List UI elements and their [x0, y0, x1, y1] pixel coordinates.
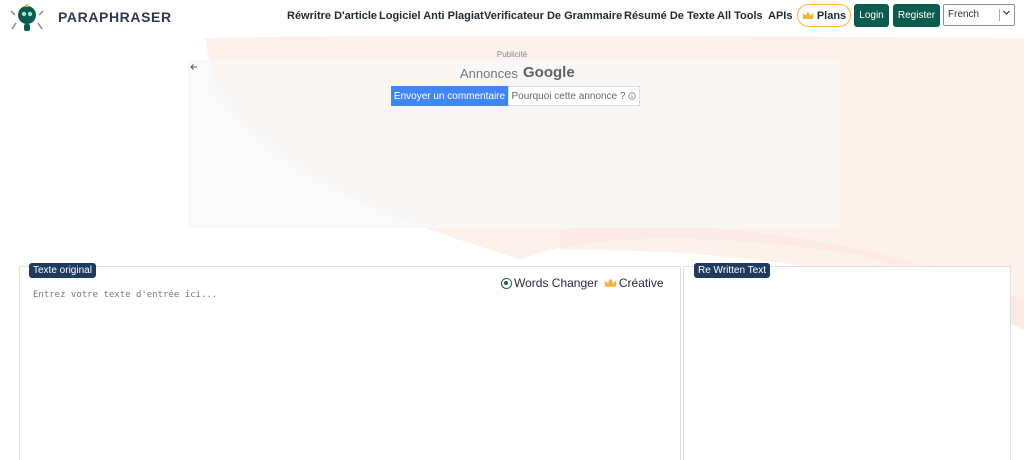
nav-link-grammar-checker[interactable]: Verificateur De Grammaire: [484, 10, 622, 22]
back-arrow-icon[interactable]: [189, 62, 199, 72]
send-feedback-button[interactable]: Envoyer un commentaire: [391, 86, 508, 106]
register-button[interactable]: Register: [893, 4, 940, 27]
why-this-ad-label: Pourquoi cette annonce ?: [511, 90, 626, 102]
rewritten-text-tag: Re Written Text: [694, 263, 770, 278]
rewritten-text-panel: [683, 266, 1011, 460]
select-divider: [999, 9, 1000, 21]
why-this-ad-button[interactable]: Pourquoi cette annonce ?: [508, 86, 640, 106]
plans-button[interactable]: Plans: [797, 4, 851, 27]
nav-link-rewrite-article[interactable]: Réwritre D'article: [287, 10, 377, 22]
nav-link-plagiarism-checker[interactable]: Logiciel Anti Plagiat: [379, 10, 484, 22]
crown-icon: [604, 278, 617, 287]
chevron-down-icon: [1003, 10, 1010, 15]
robot-logo-icon[interactable]: [10, 3, 44, 33]
login-button[interactable]: Login: [854, 4, 889, 27]
nav-link-all-tools[interactable]: All Tools: [717, 10, 763, 22]
info-icon: [628, 92, 637, 100]
top-navbar: PARAPHRASER Réwritre D'article Logiciel …: [0, 0, 1024, 34]
mode-selector: Words Changer Créative: [501, 276, 664, 290]
words-changer-label[interactable]: Words Changer: [514, 276, 598, 290]
language-select[interactable]: French: [943, 4, 1015, 26]
nav-link-apis[interactable]: APIs: [768, 10, 792, 22]
creative-mode-label[interactable]: Créative: [619, 276, 664, 290]
language-selected-value: French: [948, 9, 980, 20]
ad-annonces-text: Annonces: [460, 66, 518, 81]
google-logo-text: Google: [523, 64, 575, 81]
brand-name[interactable]: PARAPHRASER: [58, 9, 172, 25]
crown-icon: [802, 11, 814, 19]
original-text-tag: Texte original: [29, 263, 96, 278]
ad-label: Publicité: [496, 50, 528, 59]
plans-label: Plans: [816, 9, 847, 22]
nav-link-text-summary[interactable]: Résumé De Texte: [624, 10, 715, 22]
words-changer-radio[interactable]: [501, 277, 512, 289]
original-text-input[interactable]: [33, 290, 673, 450]
